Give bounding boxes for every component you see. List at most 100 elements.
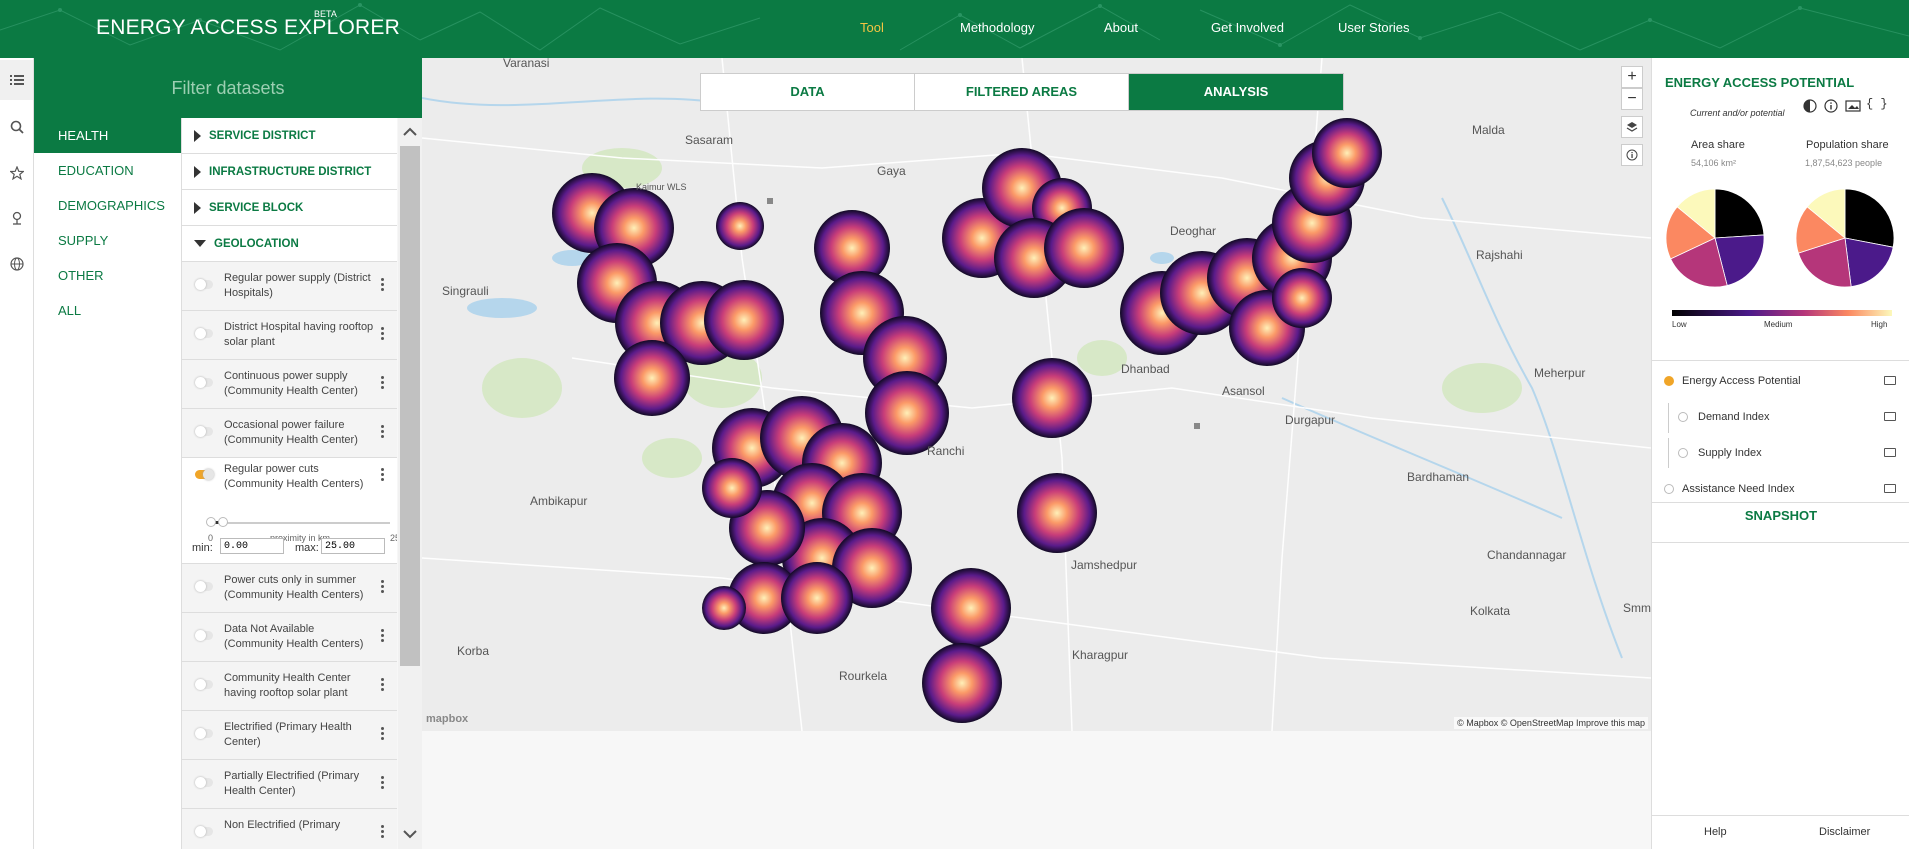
- category-all[interactable]: ALL: [34, 293, 181, 328]
- zoom-out-button[interactable]: −: [1621, 88, 1643, 110]
- scrollbar-thumb[interactable]: [400, 146, 420, 666]
- kebab-menu-icon[interactable]: [381, 423, 385, 440]
- footer-divider: [1651, 815, 1909, 816]
- kebab-menu-icon[interactable]: [381, 676, 385, 693]
- dataset-toggle[interactable]: [195, 581, 213, 592]
- category-supply[interactable]: SUPPLY: [34, 223, 181, 258]
- kebab-menu-icon[interactable]: [381, 325, 385, 342]
- slider-max-handle[interactable]: [218, 517, 228, 527]
- dataset-toggle[interactable]: [195, 826, 213, 837]
- kebab-menu-icon[interactable]: [381, 466, 385, 483]
- dataset-toggle[interactable]: [195, 426, 213, 437]
- snapshot-button[interactable]: SNAPSHOT: [1652, 508, 1909, 523]
- filter-datasets-input[interactable]: [34, 58, 422, 118]
- info-icon[interactable]: [1824, 99, 1838, 118]
- app-header: ENERGY ACCESS EXPLORER BETA Tool Methodo…: [0, 0, 1909, 58]
- nav-get-involved[interactable]: Get Involved: [1211, 20, 1284, 35]
- place-label: Rajshahi: [1476, 248, 1523, 262]
- globe-icon[interactable]: [0, 244, 33, 284]
- chevron-up-icon[interactable]: [398, 124, 422, 140]
- kebab-menu-icon[interactable]: [381, 725, 385, 742]
- caret-right-icon: [194, 201, 201, 214]
- group-service-block[interactable]: SERVICE BLOCK: [182, 190, 397, 226]
- population-share-value: 1,87,54,623 people: [1805, 158, 1883, 168]
- caret-right-icon: [194, 165, 201, 178]
- group-infrastructure-district[interactable]: INFRASTRUCTURE DISTRICT: [182, 154, 397, 190]
- nav-user-stories[interactable]: User Stories: [1338, 20, 1410, 35]
- group-geolocation[interactable]: GEOLOCATION: [182, 226, 397, 262]
- pie-slice: [1714, 188, 1765, 239]
- nav-tool[interactable]: Tool: [860, 20, 884, 35]
- category-demographics[interactable]: DEMOGRAPHICS: [34, 188, 181, 223]
- tab-data[interactable]: DATA: [701, 74, 915, 110]
- panel-subtitle: Current and/or potential: [1690, 108, 1785, 118]
- map-canvas[interactable]: DATA FILTERED AREAS ANALYSIS Varanasi Sa…: [422, 58, 1651, 731]
- legend-low-label: Low: [1672, 320, 1687, 329]
- category-health[interactable]: HEALTH: [34, 118, 181, 153]
- beta-badge: BETA: [314, 9, 337, 19]
- place-label: Chandannagar: [1487, 548, 1567, 562]
- star-icon[interactable]: [0, 153, 33, 193]
- category-list: HEALTH EDUCATION DEMOGRAPHICS SUPPLY OTH…: [34, 118, 182, 849]
- contrast-icon[interactable]: [1803, 99, 1817, 118]
- kebab-menu-icon[interactable]: [381, 374, 385, 391]
- index-radio[interactable]: [1678, 412, 1688, 422]
- location-pin-icon[interactable]: [0, 198, 33, 238]
- dataset-toggle[interactable]: [195, 679, 213, 690]
- kebab-menu-icon[interactable]: [381, 627, 385, 644]
- image-icon[interactable]: [1845, 99, 1861, 118]
- briefcase-icon[interactable]: [1884, 484, 1896, 493]
- dataset-toggle[interactable]: [195, 777, 213, 788]
- info-icon[interactable]: [1621, 144, 1643, 166]
- dataset-row: Data Not Available (Community Health Cen…: [182, 613, 397, 662]
- tab-analysis[interactable]: ANALYSIS: [1129, 74, 1343, 110]
- dataset-toggle[interactable]: [195, 728, 213, 739]
- group-service-district[interactable]: SERVICE DISTRICT: [182, 118, 397, 154]
- index-radio[interactable]: [1678, 448, 1688, 458]
- nav-methodology[interactable]: Methodology: [960, 20, 1034, 35]
- category-other[interactable]: OTHER: [34, 258, 181, 293]
- dataset-row-expanded: Regular power cuts (Community Health Cen…: [182, 458, 397, 564]
- kebab-menu-icon[interactable]: [381, 774, 385, 791]
- zoom-in-button[interactable]: +: [1621, 66, 1643, 88]
- legend-medium-label: Medium: [1764, 320, 1793, 329]
- briefcase-icon[interactable]: [1884, 376, 1896, 385]
- category-education[interactable]: EDUCATION: [34, 153, 181, 188]
- list-icon[interactable]: [0, 60, 33, 100]
- dataset-row: Regular power supply (District Hospitals…: [182, 262, 397, 311]
- tool-rail: [0, 58, 34, 849]
- dataset-toggle[interactable]: [195, 328, 213, 339]
- dataset-toggle[interactable]: [195, 630, 213, 641]
- caret-down-icon: [194, 240, 206, 247]
- help-link[interactable]: Help: [1704, 826, 1727, 838]
- place-label: Meherpur: [1534, 366, 1586, 380]
- index-radio[interactable]: [1664, 484, 1674, 494]
- dataset-scrollbar[interactable]: [398, 118, 422, 849]
- dataset-toggle-on[interactable]: [195, 469, 214, 480]
- tab-filtered-areas[interactable]: FILTERED AREAS: [915, 74, 1129, 110]
- kebab-menu-icon[interactable]: [381, 823, 385, 840]
- area-share-value: 54,106 km²: [1691, 158, 1737, 168]
- kebab-menu-icon[interactable]: [381, 276, 385, 293]
- map-attribution[interactable]: © Mapbox © OpenStreetMap Improve this ma…: [1454, 717, 1648, 729]
- app-logo[interactable]: ENERGY ACCESS EXPLORER: [96, 16, 400, 40]
- briefcase-icon[interactable]: [1884, 412, 1896, 421]
- kebab-menu-icon[interactable]: [381, 578, 385, 595]
- dataset-toggle[interactable]: [195, 377, 213, 388]
- disclaimer-link[interactable]: Disclaimer: [1819, 826, 1870, 838]
- mapbox-logo[interactable]: mapbox: [426, 713, 468, 725]
- layers-icon[interactable]: [1621, 116, 1643, 138]
- briefcase-icon[interactable]: [1884, 448, 1896, 457]
- place-label: Deoghar: [1170, 224, 1217, 238]
- dataset-row: District Hospital having rooftop solar p…: [182, 311, 397, 360]
- nav-about[interactable]: About: [1104, 20, 1138, 35]
- slider-min-handle[interactable]: [206, 517, 216, 527]
- max-input[interactable]: [321, 538, 385, 554]
- index-radio-selected[interactable]: [1664, 376, 1674, 386]
- dataset-toggle[interactable]: [195, 279, 213, 290]
- proximity-slider-track[interactable]: [210, 522, 390, 524]
- chevron-down-icon[interactable]: [398, 826, 422, 842]
- search-icon[interactable]: [0, 107, 33, 147]
- min-input[interactable]: [220, 538, 284, 554]
- code-braces-icon[interactable]: { }: [1866, 97, 1888, 111]
